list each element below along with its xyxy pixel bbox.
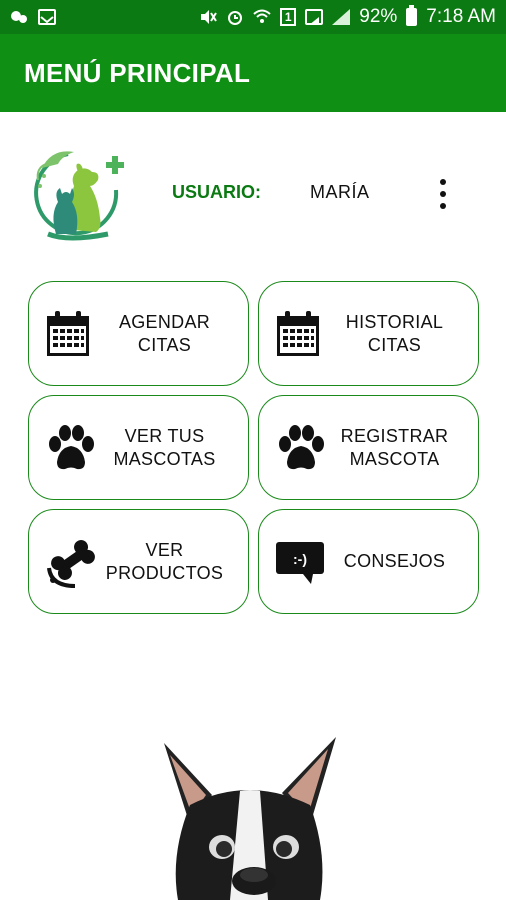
status-bar: 1 92% 7:18 AM — [0, 0, 506, 34]
signal-icon — [332, 9, 351, 25]
registrar-mascota-button[interactable]: REGISTRAR MASCOTA — [258, 395, 479, 500]
user-header: USUARIO: MARÍA — [0, 140, 506, 246]
alarm-icon — [226, 9, 244, 25]
page-title: MENÚ PRINCIPAL — [24, 57, 251, 88]
messenger-icon — [10, 9, 28, 25]
card-label: HISTORIAL CITAS — [345, 311, 444, 355]
app-bar: MENÚ PRINCIPAL — [0, 34, 506, 112]
card-label: AGENDAR CITAS — [118, 311, 211, 355]
battery-percent: 92% — [359, 6, 398, 27]
svg-text::-): :-) — [293, 551, 307, 567]
user-label: USUARIO: — [172, 182, 261, 202]
paw-icon — [275, 424, 324, 472]
card-label: VER PRODUCTOS — [105, 539, 224, 583]
bone-collar-icon — [45, 538, 95, 588]
ver-mascotas-button[interactable]: VER TUS MASCOTAS — [28, 395, 249, 500]
calendar-icon — [275, 310, 321, 358]
gmail-icon — [38, 9, 56, 25]
card-label: VER TUS MASCOTAS — [113, 425, 216, 469]
signal-box-icon — [305, 9, 324, 25]
chat-bubble-icon: :-) — [275, 538, 324, 586]
paw-icon — [45, 424, 94, 472]
overflow-menu-icon[interactable] — [431, 176, 455, 212]
historial-citas-button[interactable]: HISTORIAL CITAS — [258, 281, 479, 386]
clock: 7:18 AM — [426, 6, 496, 27]
wifi-icon — [253, 9, 271, 25]
agendar-citas-button[interactable]: AGENDAR CITAS — [28, 281, 249, 386]
consejos-button[interactable]: :-) CONSEJOS — [258, 509, 479, 614]
mute-icon — [199, 9, 218, 25]
sim-badge: 1 — [280, 8, 297, 26]
user-name: MARÍA — [310, 182, 370, 202]
card-label: REGISTRAR MASCOTA — [340, 425, 449, 469]
calendar-icon — [45, 310, 91, 358]
dog-illustration — [150, 735, 346, 900]
ver-productos-button[interactable]: VER PRODUCTOS — [28, 509, 249, 614]
vet-logo-icon — [28, 142, 128, 246]
battery-icon — [406, 5, 418, 26]
card-label: CONSEJOS — [343, 551, 446, 571]
